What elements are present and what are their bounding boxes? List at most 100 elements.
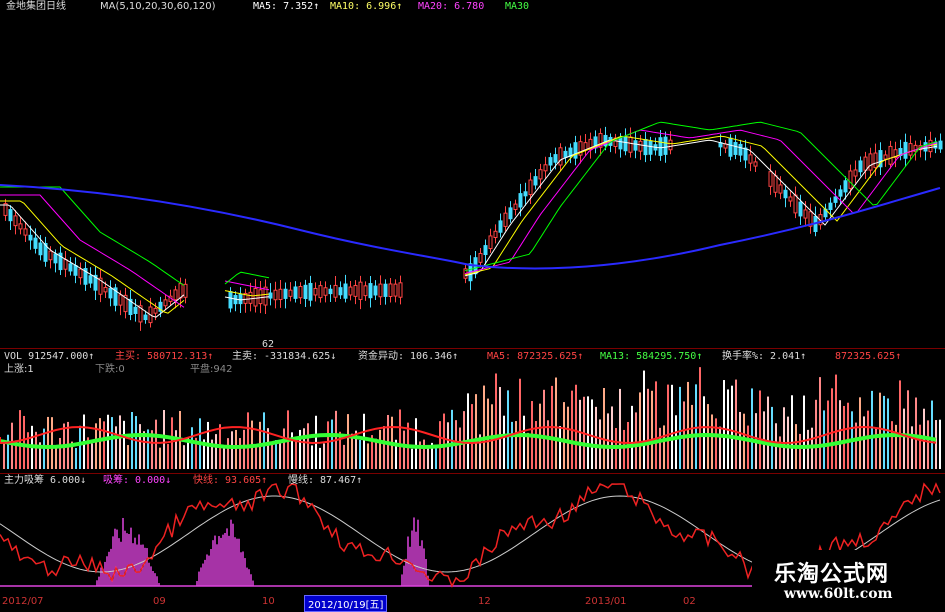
candle-body — [283, 288, 288, 299]
candle-body — [88, 275, 93, 284]
candle-body — [888, 145, 893, 165]
candle-body — [628, 136, 633, 153]
candle-body — [263, 286, 268, 306]
volume-bar — [7, 434, 9, 469]
volume-bar — [135, 416, 137, 469]
candle-body — [108, 287, 113, 299]
volume-bar — [115, 426, 117, 469]
volume-bar — [283, 428, 285, 469]
turnover2-value: 872325.625↑ — [835, 351, 902, 362]
volume-bar — [239, 438, 241, 469]
volume-bar — [643, 370, 645, 469]
volume-bar — [771, 406, 773, 469]
candle-body — [363, 285, 368, 297]
candle-body — [153, 307, 158, 314]
volume-bar — [311, 445, 313, 469]
candle-body — [328, 288, 333, 295]
candle-body — [563, 150, 568, 158]
selected-date[interactable]: 2012/10/19[五] — [304, 595, 388, 612]
candle-body — [183, 283, 188, 298]
volume-bar — [319, 447, 321, 469]
candle-body — [173, 289, 178, 301]
volume-bar — [731, 385, 733, 469]
candle-body — [143, 314, 148, 321]
candle-body — [788, 196, 793, 202]
candle-body — [73, 265, 78, 276]
volume-bar — [891, 421, 893, 469]
volume-bar — [647, 388, 649, 469]
vol-ma13-value: MA13: 584295.750↑ — [600, 351, 703, 362]
ma20-value: MA20: 6.780 — [418, 1, 485, 12]
volume-bar — [127, 445, 129, 469]
candle-body — [868, 153, 873, 171]
volume-bar — [611, 406, 613, 469]
volume-bar — [831, 388, 833, 469]
volume-bar — [131, 412, 133, 469]
volume-bar — [435, 448, 437, 469]
volume-bar — [379, 429, 381, 469]
candle-body — [163, 299, 168, 307]
candle-body — [78, 268, 83, 279]
volume-bar — [423, 439, 425, 469]
volume-bar — [783, 407, 785, 469]
volume-bar — [463, 411, 465, 469]
candle-body — [8, 209, 13, 222]
candle-body — [323, 287, 328, 296]
candle-body — [558, 147, 563, 166]
volume-bar — [443, 413, 445, 469]
volume-bar — [411, 448, 413, 469]
volume-bar — [503, 415, 505, 469]
volume-bar — [843, 405, 845, 469]
candle-body — [573, 142, 578, 159]
candle-body — [383, 283, 388, 297]
price-chart[interactable] — [0, 0, 945, 348]
main-sell-value: 主卖: -331834.625↓ — [232, 351, 337, 362]
turnover-value: 换手率%: 2.041↑ — [722, 351, 807, 362]
date-label: 09 — [153, 596, 166, 607]
volume-bar — [399, 409, 401, 469]
volume-bar — [815, 399, 817, 469]
volume-bar — [807, 429, 809, 469]
volume-bar — [879, 392, 881, 469]
slow-line-value: 慢线: 87.467↑ — [288, 475, 363, 486]
candle-body — [178, 283, 183, 299]
volume-bar — [323, 443, 325, 469]
volume-bar — [743, 413, 745, 469]
volume-bar — [915, 397, 917, 469]
candle-body — [543, 164, 548, 172]
candle-body — [748, 154, 753, 164]
volume-bar — [839, 400, 841, 469]
volume-bar — [119, 415, 121, 469]
candle-body — [313, 287, 318, 296]
candle-body — [828, 202, 833, 211]
candle-body — [533, 176, 538, 186]
date-label: 2012/07 — [2, 596, 44, 607]
candle-body — [523, 191, 528, 197]
volume-bar — [635, 412, 637, 469]
volume-bar — [871, 390, 873, 469]
candle-body — [228, 291, 233, 309]
ma-params: MA(5,10,20,30,60,120) — [100, 1, 216, 12]
volume-bar — [927, 420, 929, 469]
candle-body — [853, 169, 858, 177]
candle-body — [848, 170, 853, 189]
candle-body — [278, 288, 283, 301]
fall-count: 下跌:0 — [95, 364, 125, 375]
stock-title: 金地集团日线 — [6, 1, 66, 12]
candle-body — [743, 147, 748, 161]
candle-body — [778, 184, 783, 194]
volume-bar — [687, 381, 689, 469]
candle-body — [618, 136, 623, 150]
volume-bar — [59, 437, 61, 469]
candle-body — [908, 143, 913, 156]
volume-bar — [835, 374, 837, 469]
candle-body — [483, 245, 488, 256]
volume-bar — [295, 439, 297, 469]
rise-count: 上涨:1 — [4, 364, 34, 375]
main-buy-value: 主买: 580712.313↑ — [115, 351, 214, 362]
indicator-name: 主力吸筹 6.000↓ — [4, 475, 87, 486]
volume-chart[interactable] — [0, 349, 945, 473]
volume-bar — [875, 427, 877, 469]
volume-bar — [663, 425, 665, 469]
volume-bar — [599, 419, 601, 469]
